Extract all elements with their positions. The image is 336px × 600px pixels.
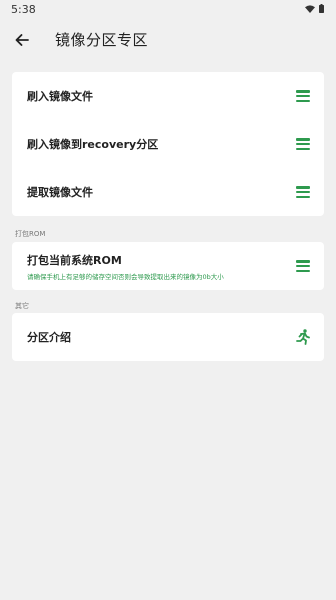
flash-recovery-item[interactable]: 刷入镜像到recovery分区 bbox=[12, 120, 324, 168]
flash-image-item[interactable]: 刷入镜像文件 bbox=[12, 72, 324, 120]
pack-rom-title: 打包当前系统ROM bbox=[27, 253, 122, 267]
extract-image-item[interactable]: 提取镜像文件 bbox=[12, 168, 324, 216]
pack-rom-subtitle: 请确保手机上有足够的储存空间否则会导致提取出来的镜像为0b大小 bbox=[27, 272, 224, 281]
menu-icon bbox=[296, 186, 310, 198]
back-button[interactable] bbox=[10, 28, 34, 52]
menu-icon bbox=[296, 138, 310, 150]
partition-intro-item[interactable]: 分区介绍 bbox=[12, 313, 324, 361]
status-time: 5:38 bbox=[11, 3, 36, 16]
pack-rom-card: 打包当前系统ROM 请确保手机上有足够的储存空间否则会导致提取出来的镜像为0b大… bbox=[12, 242, 324, 290]
page-title: 镜像分区专区 bbox=[55, 31, 149, 49]
pack-rom-text: 打包当前系统ROM 请确保手机上有足够的储存空间否则会导致提取出来的镜像为0b大… bbox=[27, 252, 296, 281]
menu-icon bbox=[296, 90, 310, 102]
extract-image-label: 提取镜像文件 bbox=[27, 186, 93, 199]
image-actions-card: 刷入镜像文件 刷入镜像到recovery分区 提取镜像文件 bbox=[12, 72, 324, 216]
wifi-icon bbox=[305, 4, 315, 13]
other-card: 分区介绍 bbox=[12, 313, 324, 361]
menu-icon bbox=[296, 260, 310, 272]
battery-icon bbox=[319, 4, 324, 13]
running-person-icon bbox=[296, 329, 310, 345]
other-section-header: 其它 bbox=[15, 302, 29, 310]
arrow-left-icon bbox=[15, 34, 29, 46]
flash-image-label: 刷入镜像文件 bbox=[27, 90, 93, 103]
pack-rom-item[interactable]: 打包当前系统ROM 请确保手机上有足够的储存空间否则会导致提取出来的镜像为0b大… bbox=[12, 242, 324, 290]
app-bar: 镜像分区专区 bbox=[0, 20, 336, 60]
status-bar: 5:38 bbox=[0, 0, 336, 20]
flash-recovery-label: 刷入镜像到recovery分区 bbox=[27, 138, 159, 151]
pack-rom-section-header: 打包ROM bbox=[15, 230, 46, 238]
status-icons bbox=[305, 4, 324, 13]
partition-intro-label: 分区介绍 bbox=[27, 331, 71, 344]
